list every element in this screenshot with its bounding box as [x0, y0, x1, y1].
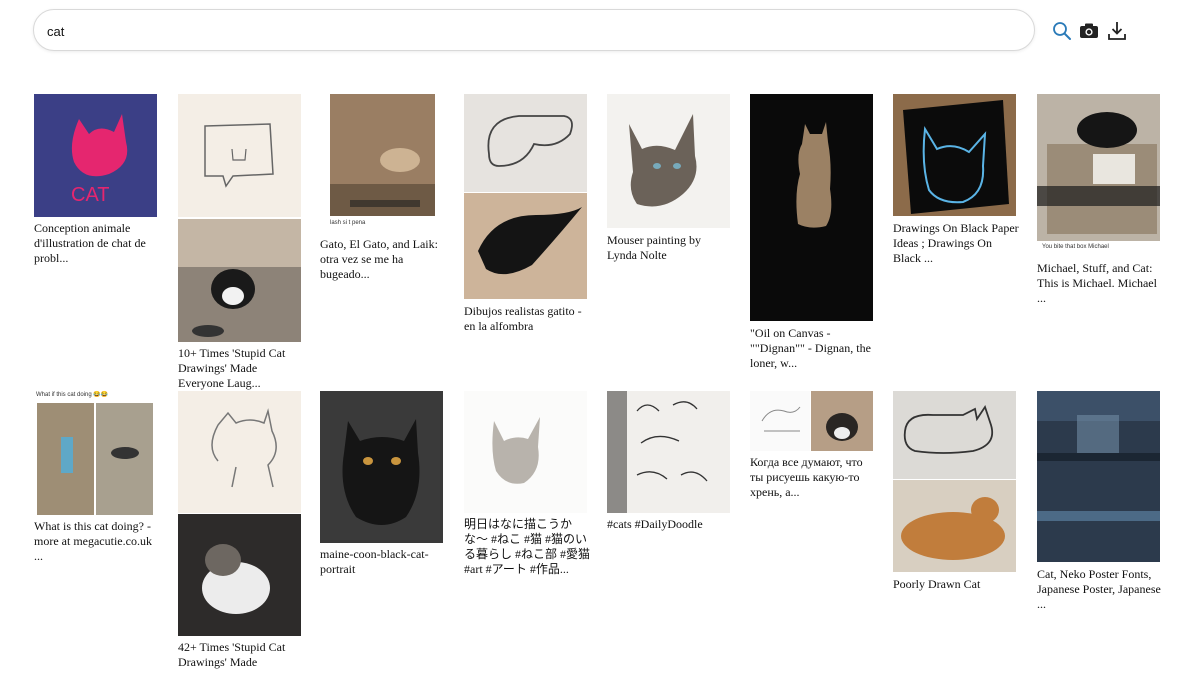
- result-image[interactable]: [607, 391, 730, 513]
- search-icon[interactable]: [1051, 20, 1073, 42]
- result-caption[interactable]: What is this cat doing? - more at megacu…: [34, 519, 160, 564]
- result-caption[interactable]: Drawings On Black Paper Ideas ; Drawings…: [893, 221, 1019, 266]
- result-caption[interactable]: Когда все думают, что ты рисуешь какую-т…: [750, 455, 876, 500]
- result-caption[interactable]: "Oil on Canvas - ""Dignan"" - Dignan, th…: [750, 326, 876, 371]
- result-overlay-text: lash si t pena: [330, 220, 366, 226]
- result-image[interactable]: [464, 193, 587, 299]
- result-caption[interactable]: 42+ Times 'Stupid Cat Drawings' Made: [178, 640, 304, 670]
- result-image[interactable]: [464, 391, 587, 513]
- result-caption[interactable]: Cat, Neko Poster Fonts, Japanese Poster,…: [1037, 567, 1163, 612]
- result-image[interactable]: CAT: [34, 94, 157, 217]
- result-image[interactable]: [893, 391, 1016, 479]
- result-image[interactable]: [37, 403, 153, 515]
- result-overlay-text: What if this cat doing 😂😂: [36, 392, 109, 398]
- camera-icon[interactable]: [1078, 20, 1100, 42]
- result-caption[interactable]: #cats #DailyDoodle: [607, 517, 733, 532]
- result-image[interactable]: [1037, 94, 1160, 241]
- svg-text:CAT: CAT: [71, 184, 110, 206]
- result-image[interactable]: [893, 94, 1016, 216]
- result-caption[interactable]: Conception animale d'illustration de cha…: [34, 221, 160, 266]
- result-image[interactable]: [750, 391, 873, 451]
- result-image[interactable]: [1037, 391, 1160, 562]
- result-image[interactable]: [330, 94, 435, 216]
- result-caption[interactable]: maine-coon-black-cat-portrait: [320, 547, 446, 577]
- result-caption[interactable]: Dibujos realistas gatito - en la alfombr…: [464, 304, 590, 334]
- result-image[interactable]: [178, 94, 301, 217]
- result-image[interactable]: [750, 94, 873, 321]
- result-image[interactable]: [178, 391, 301, 513]
- result-image[interactable]: [464, 94, 587, 192]
- result-caption[interactable]: 明日はなに描こうかな〜 #ねこ #猫 #猫のいる暮らし #ねこ部 #愛猫 #ar…: [464, 517, 590, 577]
- result-overlay-text: You bite that box Michael: [1042, 244, 1109, 250]
- download-icon[interactable]: [1106, 20, 1128, 42]
- result-image[interactable]: [178, 219, 301, 342]
- result-caption[interactable]: Gato, El Gato, and Laik: otra vez se me …: [320, 237, 446, 282]
- search-input[interactable]: [47, 20, 1007, 42]
- result-image[interactable]: [607, 94, 730, 228]
- result-caption[interactable]: Michael, Stuff, and Cat: This is Michael…: [1037, 261, 1163, 306]
- result-caption[interactable]: Mouser painting by Lynda Nolte: [607, 233, 733, 263]
- result-caption[interactable]: 10+ Times 'Stupid Cat Drawings' Made Eve…: [178, 346, 304, 391]
- search-bar: [33, 9, 1035, 51]
- result-image[interactable]: [178, 514, 301, 636]
- result-image[interactable]: [893, 480, 1016, 572]
- result-caption[interactable]: Poorly Drawn Cat: [893, 577, 1019, 592]
- result-image[interactable]: [320, 391, 443, 543]
